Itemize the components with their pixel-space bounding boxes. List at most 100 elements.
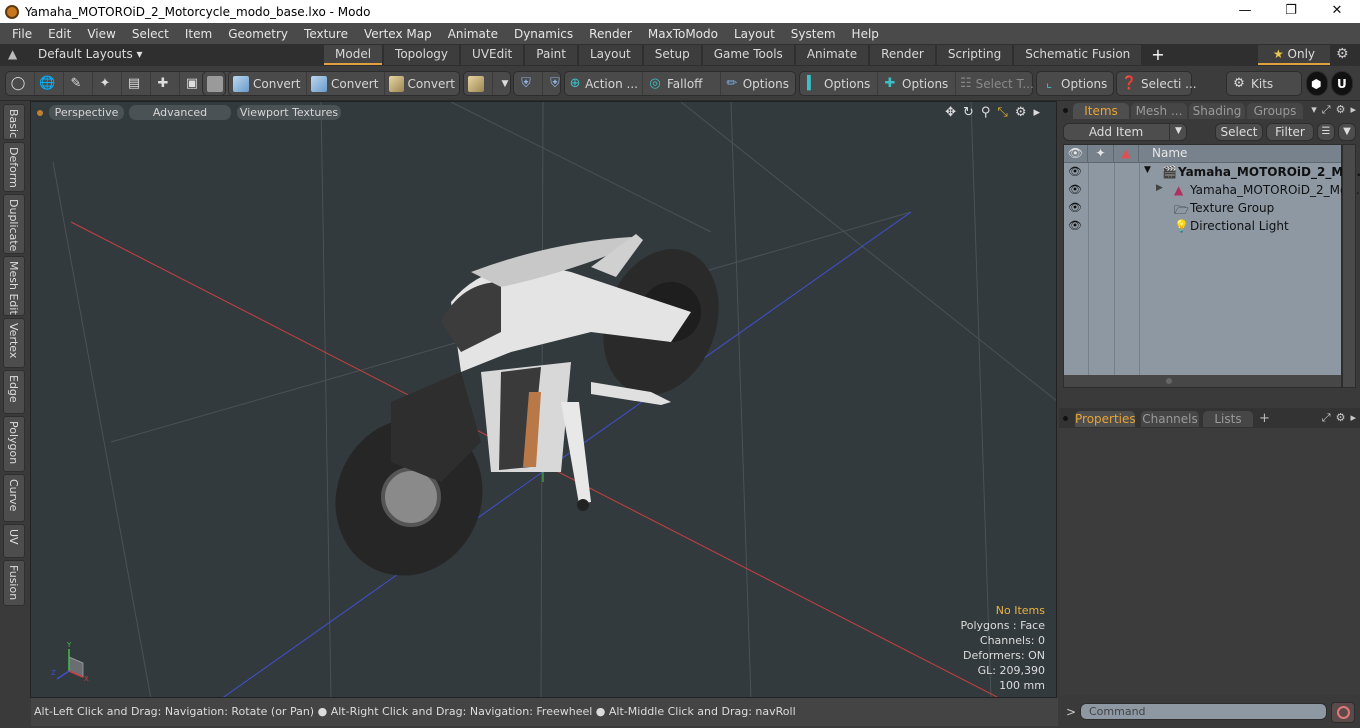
sidetab-duplicate[interactable]: Duplicate: [3, 194, 25, 254]
locator-column-icon[interactable]: ▲: [1114, 145, 1139, 163]
3d-viewport[interactable]: Perspective Advanced Viewport Textures ✥…: [30, 101, 1057, 698]
snap-options-button[interactable]: ▍ Options: [800, 72, 878, 95]
falloff-button[interactable]: ◎ Falloff: [643, 72, 721, 95]
item-row-scene[interactable]: 👁 ▼ 🎬 Yamaha_MOTOROiD_2_M ...: [1064, 164, 1360, 182]
pan-move-icon[interactable]: ✥: [945, 105, 956, 120]
tab-shading[interactable]: Shading: [1189, 103, 1245, 119]
kits-button[interactable]: ⚙ Kits: [1227, 72, 1277, 95]
unity-button[interactable]: ⬢: [1306, 71, 1328, 96]
panel-menu-dot[interactable]: [1063, 108, 1068, 113]
menu-geometry[interactable]: Geometry: [220, 27, 296, 41]
tabs-dropdown-icon[interactable]: ▾: [1311, 103, 1317, 117]
menu-file[interactable]: File: [4, 27, 40, 41]
tab-game-tools[interactable]: Game Tools: [702, 45, 794, 65]
item-row-texture-group[interactable]: 👁 🗁 Texture Group: [1064, 200, 1341, 218]
expand-triangle-icon[interactable]: ▼: [1144, 165, 1151, 175]
name-column-header[interactable]: Name: [1152, 146, 1187, 160]
tab-topology[interactable]: Topology: [384, 45, 460, 65]
uv-mode-button[interactable]: ✚: [151, 72, 180, 95]
visibility-eye-icon[interactable]: 👁: [1068, 219, 1082, 232]
pen-tool-button[interactable]: ✎: [64, 72, 93, 95]
menu-help[interactable]: Help: [844, 27, 887, 41]
menu-render[interactable]: Render: [581, 27, 640, 41]
zoom-view-icon[interactable]: ⚲: [981, 105, 991, 120]
tab-model[interactable]: Model: [324, 45, 383, 65]
shaded-cube-button[interactable]: [202, 71, 226, 96]
globe-select-button[interactable]: 🌐: [35, 72, 64, 95]
cube-button[interactable]: [464, 72, 493, 95]
menu-maxtomodo[interactable]: MaxToModo: [640, 27, 726, 41]
collapse-up-icon[interactable]: ▲: [8, 47, 17, 61]
tab-groups[interactable]: Groups: [1247, 103, 1303, 119]
tab-animate[interactable]: Animate: [795, 45, 869, 65]
command-input[interactable]: Command: [1080, 703, 1327, 720]
panel-expand-icon[interactable]: ⤢: [1322, 411, 1331, 425]
tab-render[interactable]: Render: [870, 45, 935, 65]
unreal-button[interactable]: U: [1331, 71, 1353, 96]
sidetab-deform[interactable]: Deform: [3, 142, 25, 192]
add-item-dropdown-icon[interactable]: ▼: [1169, 123, 1187, 141]
restore-icon[interactable]: ❐: [1268, 0, 1314, 23]
close-icon[interactable]: ✕: [1314, 0, 1360, 23]
panel-gear-icon[interactable]: ⚙: [1336, 411, 1346, 425]
pivot-options-button[interactable]: ⌞ Options: [1037, 72, 1111, 95]
workplane-options-button[interactable]: ✚ Options: [878, 72, 956, 95]
menu-system[interactable]: System: [783, 27, 844, 41]
menu-vertex-map[interactable]: Vertex Map: [356, 27, 440, 41]
sidetab-basic[interactable]: Basic: [3, 104, 25, 140]
gear-icon[interactable]: ⚙: [1336, 46, 1349, 62]
only-toggle[interactable]: ★ Only: [1258, 45, 1330, 65]
viewport-textures-button[interactable]: Viewport Textures: [237, 105, 341, 120]
vertical-scrollbar[interactable]: [1342, 144, 1356, 388]
visibility-column-eye-icon[interactable]: 👁: [1064, 145, 1088, 163]
scroll-handle[interactable]: [1166, 378, 1172, 384]
panel-arrow-icon[interactable]: ▸: [1350, 411, 1356, 425]
menu-texture[interactable]: Texture: [296, 27, 356, 41]
tab-setup[interactable]: Setup: [643, 45, 701, 65]
add-panel-tab-button[interactable]: +: [1259, 411, 1270, 426]
menu-animate[interactable]: Animate: [440, 27, 506, 41]
panel-menu-dot[interactable]: [1063, 416, 1068, 421]
viewport-settings-gear-icon[interactable]: ⚙: [1015, 105, 1027, 120]
panel-arrow-icon[interactable]: ▸: [1350, 103, 1356, 117]
action-center-button[interactable]: ⊕ Action ...: [565, 72, 643, 95]
select-through-button[interactable]: ☷ Select T...: [956, 72, 1034, 95]
sidetab-fusion[interactable]: Fusion: [3, 560, 25, 606]
vertex-select-button[interactable]: ◯: [6, 72, 35, 95]
tab-items[interactable]: Items: [1073, 103, 1129, 119]
funnel-filter-icon[interactable]: ▼: [1338, 123, 1356, 141]
visibility-eye-icon[interactable]: 👁: [1068, 165, 1082, 178]
tab-schematic-fusion[interactable]: Schematic Fusion: [1014, 45, 1142, 65]
sidetab-polygon[interactable]: Polygon: [3, 416, 25, 472]
sidetab-edge[interactable]: Edge: [3, 370, 25, 414]
sidetab-vertex[interactable]: Vertex: [3, 318, 25, 368]
default-layouts-dropdown[interactable]: Default Layouts ▾: [38, 47, 143, 61]
panel-gear-icon[interactable]: ⚙: [1336, 103, 1346, 117]
menu-edit[interactable]: Edit: [40, 27, 79, 41]
visibility-eye-icon[interactable]: 👁: [1068, 183, 1082, 196]
convert-button-1[interactable]: Convert: [229, 72, 307, 95]
tab-scripting[interactable]: Scripting: [936, 45, 1013, 65]
items-mode-button[interactable]: ▤: [122, 72, 151, 95]
tab-channels[interactable]: Channels: [1141, 411, 1199, 427]
tab-mesh[interactable]: Mesh ...: [1131, 103, 1187, 119]
visibility-eye-icon[interactable]: 👁: [1068, 201, 1082, 214]
convert-button-2[interactable]: Convert: [307, 72, 385, 95]
menu-item[interactable]: Item: [177, 27, 220, 41]
menu-select[interactable]: Select: [124, 27, 177, 41]
filter-button[interactable]: Filter: [1266, 123, 1314, 141]
shading-advanced-button[interactable]: Advanced: [129, 105, 231, 120]
shield-button-1[interactable]: ⛨: [514, 72, 543, 95]
falloff-options-button[interactable]: ✏ Options: [721, 72, 793, 95]
list-options-icon[interactable]: ☰: [1317, 123, 1335, 141]
viewport-menu-dot[interactable]: [37, 110, 43, 116]
sidetab-mesh-edit[interactable]: Mesh Edit: [3, 256, 25, 316]
tab-uvedit[interactable]: UVEdit: [461, 45, 524, 65]
tab-properties[interactable]: Properties: [1075, 411, 1136, 427]
command-record-button[interactable]: [1331, 702, 1355, 723]
minimize-icon[interactable]: —: [1222, 0, 1268, 23]
tab-lists[interactable]: Lists: [1203, 411, 1253, 427]
select-button[interactable]: Select: [1215, 123, 1263, 141]
gray-cube-button[interactable]: [203, 72, 231, 95]
viewport-expand-arrow-icon[interactable]: ▸: [1033, 105, 1040, 120]
